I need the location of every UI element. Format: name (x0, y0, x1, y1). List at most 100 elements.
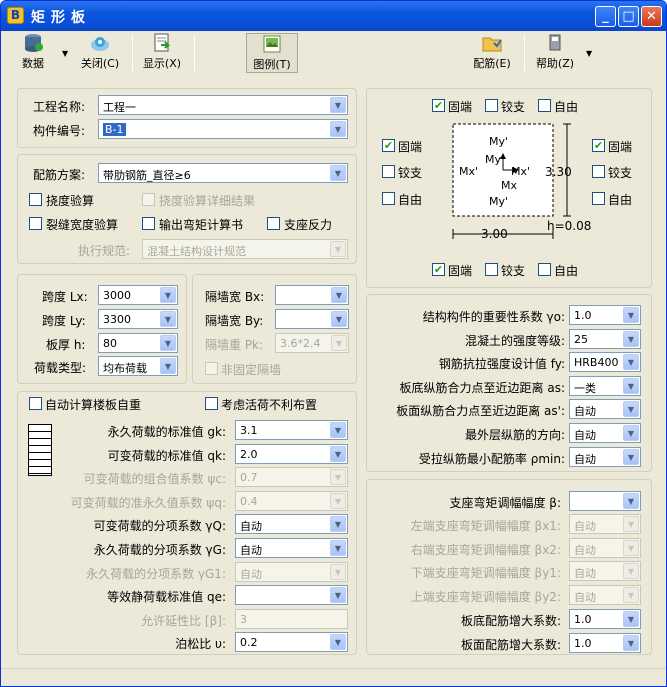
chevron-down-icon[interactable]: ▼ (330, 121, 346, 137)
chevron-down-icon[interactable]: ▼ (623, 635, 639, 651)
left-free-checkbox[interactable] (382, 192, 395, 205)
help-button[interactable]: 帮助(Z) (531, 33, 579, 73)
chevron-down-icon[interactable]: ▼ (623, 540, 639, 556)
chevron-down-icon[interactable]: ▼ (623, 493, 639, 509)
code-combo[interactable]: 混凝土结构设计规范 ▼ (142, 239, 348, 259)
chevron-down-icon[interactable]: ▼ (330, 469, 346, 485)
chevron-down-icon[interactable]: ▼ (331, 287, 347, 303)
auto-selfweight-checkbox[interactable] (29, 397, 42, 410)
chevron-down-icon[interactable]: ▼ (160, 335, 176, 351)
rebar-button[interactable]: 配筋(E) (469, 33, 515, 73)
psic-combo[interactable]: 0.7 ▼ (235, 467, 348, 487)
bx1-combo[interactable]: 自动 ▼ (569, 514, 641, 534)
gk-combo[interactable]: 3.1 ▼ (235, 420, 348, 440)
rho-combo[interactable]: 自动 ▼ (569, 447, 641, 467)
bx-combo[interactable]: ▼ (275, 285, 349, 305)
chevron-down-icon[interactable]: ▼ (623, 516, 639, 532)
chevron-down-icon[interactable]: ▼ (330, 97, 346, 113)
poisson-combo[interactable]: 0.2 ▼ (235, 632, 348, 652)
chevron-down-icon[interactable]: ▼ (623, 425, 639, 441)
direction-combo[interactable]: 自动 ▼ (569, 423, 641, 443)
chevron-down-icon[interactable]: ▼ (330, 564, 346, 580)
top-factor-combo[interactable]: 1.0 ▼ (569, 633, 641, 653)
gammaq-combo[interactable]: 自动 ▼ (235, 514, 348, 534)
chevron-down-icon[interactable]: ▼ (330, 165, 346, 181)
chevron-down-icon[interactable]: ▼ (623, 378, 639, 394)
data-dropdown-arrow[interactable]: ▼ (62, 49, 68, 58)
bottom-free-checkbox[interactable] (538, 263, 551, 276)
crack-checkbox[interactable] (29, 217, 42, 230)
concrete-combo[interactable]: 25 ▼ (569, 329, 641, 349)
bottom-factor-combo[interactable]: 1.0 ▼ (569, 609, 641, 629)
scheme-combo[interactable]: 带肋钢筋_直径≥6 ▼ (98, 163, 348, 183)
chevron-down-icon[interactable]: ▼ (330, 241, 346, 257)
bx2-combo[interactable]: 自动 ▼ (569, 538, 641, 558)
left-hinged-checkbox[interactable] (382, 165, 395, 178)
bottom-hinged-checkbox[interactable] (485, 263, 498, 276)
as2-combo[interactable]: 自动 ▼ (569, 399, 641, 419)
load-type-combo[interactable]: 均布荷载 ▼ (98, 356, 178, 376)
chevron-down-icon[interactable]: ▼ (623, 563, 639, 579)
ductility-combo[interactable]: 3 (235, 609, 348, 629)
chevron-down-icon[interactable]: ▼ (623, 331, 639, 347)
chevron-down-icon[interactable]: ▼ (330, 516, 346, 532)
maximize-button[interactable]: □ (618, 6, 639, 27)
chevron-down-icon[interactable]: ▼ (331, 311, 347, 327)
chevron-down-icon[interactable]: ▼ (330, 634, 346, 650)
chevron-down-icon[interactable]: ▼ (160, 358, 176, 374)
output-moment-checkbox[interactable] (142, 217, 155, 230)
member-code-combo[interactable]: B-1 ▼ (98, 119, 348, 139)
top-fixed-checkbox[interactable]: ✔ (432, 99, 445, 112)
display-button[interactable]: 显示(X) (140, 33, 184, 73)
title-bar[interactable]: B 矩形板 _ □ ✕ (1, 1, 666, 31)
lx-combo[interactable]: 3000 ▼ (98, 285, 178, 305)
chevron-down-icon[interactable]: ▼ (623, 587, 639, 603)
bottom-fixed-checkbox[interactable]: ✔ (432, 263, 445, 276)
as-combo[interactable]: 一类 ▼ (569, 376, 641, 396)
unfixed-wall-checkbox[interactable] (205, 362, 218, 375)
top-free-checkbox[interactable] (538, 99, 551, 112)
by1-combo[interactable]: 自动 ▼ (569, 561, 641, 581)
deflection-checkbox[interactable] (29, 193, 42, 206)
right-free-checkbox[interactable] (592, 192, 605, 205)
chevron-down-icon[interactable]: ▼ (623, 307, 639, 323)
qk-combo[interactable]: 2.0 ▼ (235, 444, 348, 464)
qe-combo[interactable]: ▼ (235, 585, 348, 605)
project-name-combo[interactable]: 工程一 ▼ (98, 95, 348, 115)
right-hinged-checkbox[interactable] (592, 165, 605, 178)
by2-combo[interactable]: 自动 ▼ (569, 585, 641, 605)
live-unfavorable-checkbox[interactable] (205, 397, 218, 410)
gammag1-combo[interactable]: 自动 ▼ (235, 562, 348, 582)
left-fixed-checkbox[interactable]: ✔ (382, 139, 395, 152)
deflection-detail-checkbox[interactable] (142, 193, 155, 206)
chevron-down-icon[interactable]: ▼ (330, 587, 346, 603)
legend-button[interactable]: 图例(T) (246, 33, 298, 73)
data-button[interactable]: 数据 (15, 33, 51, 73)
close-window-button[interactable]: ✕ (641, 6, 662, 27)
support-reaction-checkbox[interactable] (267, 217, 280, 230)
chevron-down-icon[interactable]: ▼ (160, 287, 176, 303)
help-dropdown-arrow[interactable]: ▼ (586, 49, 592, 58)
chevron-down-icon[interactable]: ▼ (330, 446, 346, 462)
chevron-down-icon[interactable]: ▼ (623, 449, 639, 465)
by-combo[interactable]: ▼ (275, 309, 349, 329)
chevron-down-icon[interactable]: ▼ (623, 401, 639, 417)
chevron-down-icon[interactable]: ▼ (623, 611, 639, 627)
chevron-down-icon[interactable]: ▼ (623, 354, 639, 370)
chevron-down-icon[interactable]: ▼ (330, 540, 346, 556)
chevron-down-icon[interactable]: ▼ (331, 335, 347, 351)
gammag-combo[interactable]: 自动 ▼ (235, 538, 348, 558)
chevron-down-icon[interactable]: ▼ (330, 493, 346, 509)
pk-combo[interactable]: 3.6*2.4 ▼ (275, 333, 349, 353)
h-combo[interactable]: 80 ▼ (98, 333, 178, 353)
minimize-button[interactable]: _ (595, 6, 616, 27)
adjust-beta-combo[interactable]: ▼ (569, 491, 641, 511)
fy-combo[interactable]: HRB400 ▼ (569, 352, 641, 372)
right-fixed-checkbox[interactable]: ✔ (592, 139, 605, 152)
chevron-down-icon[interactable]: ▼ (160, 311, 176, 327)
top-hinged-checkbox[interactable] (485, 99, 498, 112)
gamma0-combo[interactable]: 1.0 ▼ (569, 305, 641, 325)
ly-combo[interactable]: 3300 ▼ (98, 309, 178, 329)
close-button[interactable]: 关闭(C) (77, 33, 123, 73)
psiq-combo[interactable]: 0.4 ▼ (235, 491, 348, 511)
